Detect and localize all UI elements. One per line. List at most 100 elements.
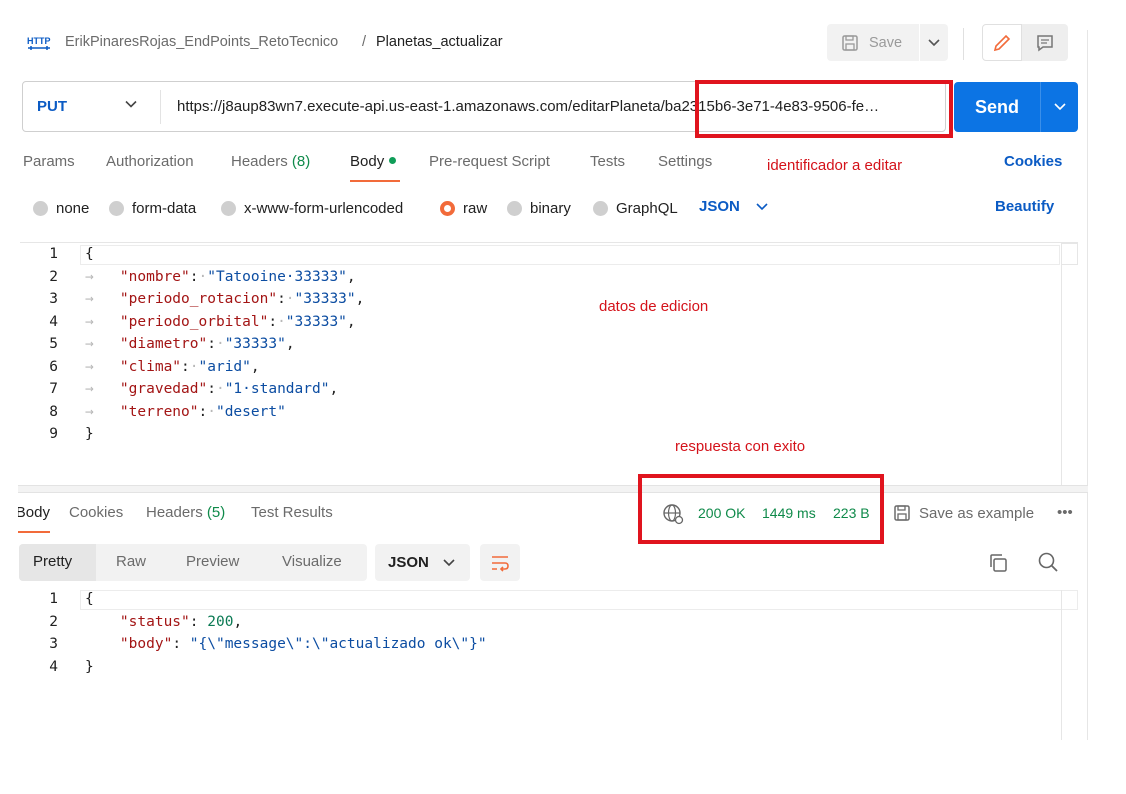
indent-marker: →: [85, 404, 120, 420]
tab-params[interactable]: Params: [23, 153, 75, 170]
view-raw-button[interactable]: Raw: [116, 553, 146, 570]
pane-resize-handle[interactable]: [18, 485, 1088, 493]
json-value: "arid": [198, 359, 251, 375]
indent-marker: →: [85, 359, 120, 375]
code-line[interactable]: }: [85, 659, 94, 675]
indent-marker: →: [85, 269, 120, 285]
radio-label: GraphQL: [616, 199, 678, 217]
radio-raw[interactable]: raw: [440, 198, 487, 218]
radio-none[interactable]: none: [33, 198, 89, 218]
radio-form-data[interactable]: form-data: [109, 198, 196, 218]
response-tab-headers[interactable]: Headers (5): [146, 504, 225, 521]
radio-label: none: [56, 199, 90, 217]
chevron-down-icon: [1053, 103, 1066, 111]
send-options-button[interactable]: [1040, 82, 1078, 132]
http-method-select[interactable]: PUT: [37, 98, 67, 115]
line-number: 7: [49, 381, 58, 397]
search-icon[interactable]: [1037, 551, 1059, 573]
breadcrumb-request-name[interactable]: Planetas_actualizar: [376, 34, 503, 50]
comments-button[interactable]: [1022, 24, 1068, 61]
tab-authorization[interactable]: Authorization: [106, 153, 194, 170]
save-as-example-button[interactable]: Save as example: [893, 504, 1034, 522]
response-headers-count: (5): [206, 504, 226, 521]
json-key: "status": [119, 614, 190, 630]
edit-mode-button[interactable]: [982, 24, 1022, 61]
tab-body[interactable]: Body: [350, 153, 397, 170]
current-line-highlight: [80, 590, 1078, 610]
save-icon: [842, 34, 858, 51]
view-preview-button[interactable]: Preview: [186, 553, 239, 570]
code-line[interactable]: → "periodo_rotacion":·"33333",: [85, 291, 364, 307]
code-line[interactable]: "status": 200,: [85, 614, 242, 630]
editor-scrollbar[interactable]: [1061, 243, 1078, 485]
code-line[interactable]: → "clima":·"arid",: [85, 359, 260, 375]
radio-graphql[interactable]: GraphQL: [593, 198, 678, 218]
code-brace: }: [85, 659, 94, 675]
response-tab-body[interactable]: Body: [18, 504, 50, 521]
indent-marker: →: [85, 381, 120, 397]
view-pretty-button[interactable]: Pretty: [33, 553, 72, 570]
code-line[interactable]: "body": "{\"message\":\"actualizado ok\"…: [85, 636, 487, 652]
chevron-down-icon: [756, 203, 768, 211]
code-line[interactable]: }: [85, 426, 94, 442]
wrap-text-icon: [492, 555, 509, 572]
body-format-label: JSON: [699, 198, 740, 215]
code-line[interactable]: → "diametro":·"33333",: [85, 336, 295, 352]
code-line[interactable]: → "periodo_orbital":·"33333",: [85, 314, 356, 330]
breadcrumb-collection[interactable]: ErikPinaresRojas_EndPoints_RetoTecnico: [65, 34, 338, 50]
tab-settings[interactable]: Settings: [658, 153, 712, 170]
save-options-button[interactable]: [920, 24, 948, 61]
indent-marker: →: [85, 314, 120, 330]
tab-tests[interactable]: Tests: [590, 153, 625, 170]
response-scrollbar[interactable]: [1061, 590, 1062, 740]
line-number: 4: [49, 659, 58, 675]
beautify-link[interactable]: Beautify: [995, 198, 1054, 215]
active-tab-indicator: [350, 180, 400, 182]
response-tab-test-results[interactable]: Test Results: [251, 504, 333, 521]
code-line[interactable]: → "gravedad":·"1·standard",: [85, 381, 338, 397]
line-number: 6: [49, 359, 58, 375]
annotation-identifier-note: identificador a editar: [767, 157, 903, 174]
url-divider: [160, 90, 161, 124]
json-key: "gravedad": [119, 381, 208, 397]
body-format-select[interactable]: JSON: [699, 198, 768, 215]
tab-prerequest-script[interactable]: Pre-request Script: [429, 153, 550, 170]
json-number: 200: [207, 614, 234, 630]
wrap-lines-button[interactable]: [480, 544, 520, 581]
radio-urlencoded[interactable]: x-www-form-urlencoded: [221, 198, 403, 218]
json-key: "terreno": [119, 404, 199, 420]
more-options-button[interactable]: •••: [1057, 504, 1073, 521]
json-key: "periodo_rotacion": [119, 291, 278, 307]
radio-dot: [221, 200, 236, 216]
save-button[interactable]: Save: [827, 24, 919, 61]
json-key: "periodo_orbital": [119, 314, 269, 330]
save-label: Save: [869, 34, 903, 51]
cookies-link[interactable]: Cookies: [1004, 153, 1062, 170]
tab-body-label: Body: [350, 153, 385, 170]
code-line[interactable]: {: [85, 246, 94, 262]
code-brace: {: [85, 246, 94, 262]
radio-dot: [593, 200, 608, 216]
indent-marker: →: [85, 291, 120, 307]
radio-dot-selected: [440, 200, 455, 216]
code-line[interactable]: {: [85, 591, 94, 607]
code-line[interactable]: → "terreno":·"desert": [85, 404, 286, 420]
json-key: "nombre": [119, 269, 190, 285]
radio-binary[interactable]: binary: [507, 198, 571, 218]
pencil-icon: [993, 34, 1011, 51]
response-format-select[interactable]: JSON: [375, 544, 470, 581]
http-request-icon: HTTP: [27, 36, 51, 50]
send-button[interactable]: Send: [954, 82, 1040, 132]
annotation-data-note: datos de edicion: [599, 298, 709, 315]
code-line[interactable]: → "nombre":·"Tatooine·33333",: [85, 269, 356, 285]
radio-label: binary: [530, 199, 571, 217]
editor-scrollbar-thumb[interactable]: [1061, 243, 1078, 265]
view-visualize-button[interactable]: Visualize: [282, 553, 342, 570]
chevron-down-icon[interactable]: [124, 100, 138, 109]
copy-icon[interactable]: [987, 552, 1009, 574]
radio-dot: [507, 200, 522, 216]
tab-headers[interactable]: Headers (8): [231, 153, 310, 170]
line-number: 1: [49, 246, 58, 262]
response-tab-cookies[interactable]: Cookies: [69, 504, 123, 521]
line-number: 2: [49, 614, 58, 630]
